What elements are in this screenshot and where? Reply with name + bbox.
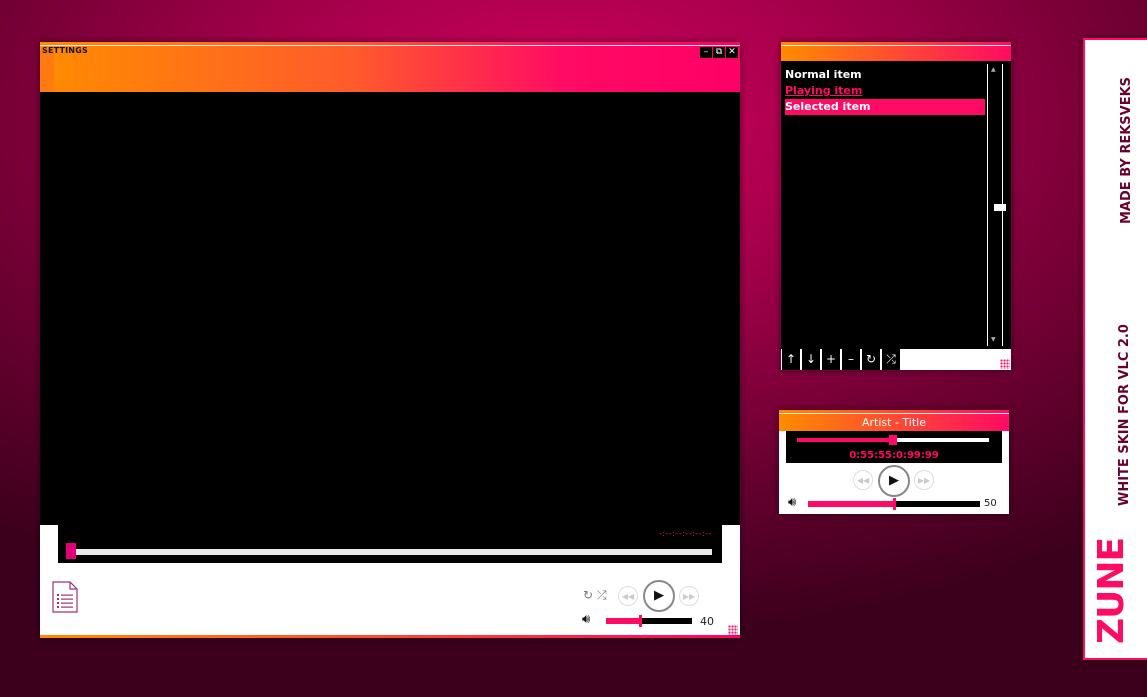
repeat-icon[interactable]: ↻ xyxy=(861,349,880,370)
track-title: Artist - Title xyxy=(862,416,926,429)
volume-knob[interactable] xyxy=(639,615,643,627)
volume-value: 40 xyxy=(700,615,714,628)
mini-info-panel: 0:55:55:0:99:99 xyxy=(786,431,1002,463)
scroll-up-icon[interactable]: ▲ xyxy=(991,66,996,73)
mini-volume-fill xyxy=(808,501,894,507)
repeat-icon[interactable]: ↻ xyxy=(583,588,593,602)
time-display: -:--:--:--:--:-- xyxy=(658,529,712,538)
mini-volume-value: 50 xyxy=(984,498,997,509)
mini-next-button[interactable]: ▶▶ xyxy=(914,470,934,490)
playlist-item-playing[interactable]: Playing item xyxy=(785,83,985,99)
volume-icon[interactable]: 🔊︎ xyxy=(582,612,590,627)
main-titlebar[interactable]: SETTINGS – ⧉ ✕ xyxy=(40,42,740,92)
maximize-button[interactable]: ⧉ xyxy=(713,47,725,58)
seek-panel: -:--:--:--:--:-- xyxy=(58,525,722,563)
mini-seek-fill xyxy=(797,438,893,442)
playlist-scrollbar[interactable]: ▲ ▼ xyxy=(987,64,1006,346)
bottom-accent-line xyxy=(40,635,740,638)
settings-button[interactable]: SETTINGS xyxy=(42,46,88,55)
resize-grip[interactable] xyxy=(1000,359,1010,369)
next-button[interactable]: ▶▶ xyxy=(679,586,699,606)
playlist-titlebar[interactable] xyxy=(781,42,1011,61)
brand-credit: MADE BY REKSVEKS xyxy=(1119,76,1134,224)
mini-previous-button[interactable]: ◀◀ xyxy=(853,470,873,490)
playlist-icon[interactable] xyxy=(52,581,78,613)
move-down-icon[interactable]: ↓ xyxy=(801,349,820,370)
volume-slider[interactable] xyxy=(606,615,692,627)
minimize-button[interactable]: – xyxy=(700,47,712,58)
seek-thumb[interactable] xyxy=(66,543,76,559)
remove-icon[interactable]: – xyxy=(841,349,860,370)
mini-volume-slider[interactable] xyxy=(808,498,980,510)
main-player-window: SETTINGS – ⧉ ✕ -:--:--:--:--:-- xyxy=(40,42,740,638)
shuffle-icon[interactable]: ⤮ xyxy=(881,349,900,370)
brand-panel: ZUNE WHITE SKIN FOR VLC 2.0 MADE BY REKS… xyxy=(1083,38,1147,660)
mini-player-window: Artist - Title 0:55:55:0:99:99 ◀◀ ▶ ▶▶ 🔊… xyxy=(779,410,1009,514)
previous-button[interactable]: ◀◀ xyxy=(618,586,638,606)
seek-bar[interactable] xyxy=(68,549,712,555)
scroll-thumb[interactable] xyxy=(994,204,1006,211)
mini-seek-thumb[interactable] xyxy=(889,435,897,445)
video-area[interactable] xyxy=(40,92,740,525)
volume-fill xyxy=(606,618,641,624)
mini-play-button[interactable]: ▶ xyxy=(878,465,910,497)
playlist-item-normal[interactable]: Normal item xyxy=(785,67,985,83)
move-up-icon[interactable]: ↑ xyxy=(781,349,800,370)
add-icon[interactable]: + xyxy=(821,349,840,370)
mini-seek-bar[interactable] xyxy=(797,435,989,445)
shuffle-icon[interactable]: ⤮ xyxy=(597,588,607,603)
brand-subtitle: WHITE SKIN FOR VLC 2.0 xyxy=(1117,324,1132,506)
mini-time-display: 0:55:55:0:99:99 xyxy=(849,450,939,461)
mini-volume-icon[interactable]: 🔊︎ xyxy=(788,495,796,510)
playlist-window: Normal item Playing item Selected item ▲… xyxy=(781,42,1011,370)
titlebar-strip xyxy=(40,50,54,92)
playlist-toolbar: ↑ ↓ + – ↻ ⤮ xyxy=(781,349,1011,370)
mini-volume-knob[interactable] xyxy=(893,498,896,510)
close-button[interactable]: ✕ xyxy=(726,47,738,58)
playlist-item-selected[interactable]: Selected item xyxy=(785,99,985,115)
brand-name: ZUNE xyxy=(1091,537,1132,644)
resize-grip[interactable] xyxy=(728,625,738,635)
play-button[interactable]: ▶ xyxy=(643,580,675,612)
scroll-down-icon[interactable]: ▼ xyxy=(991,336,996,343)
mini-titlebar[interactable]: Artist - Title xyxy=(779,410,1009,431)
